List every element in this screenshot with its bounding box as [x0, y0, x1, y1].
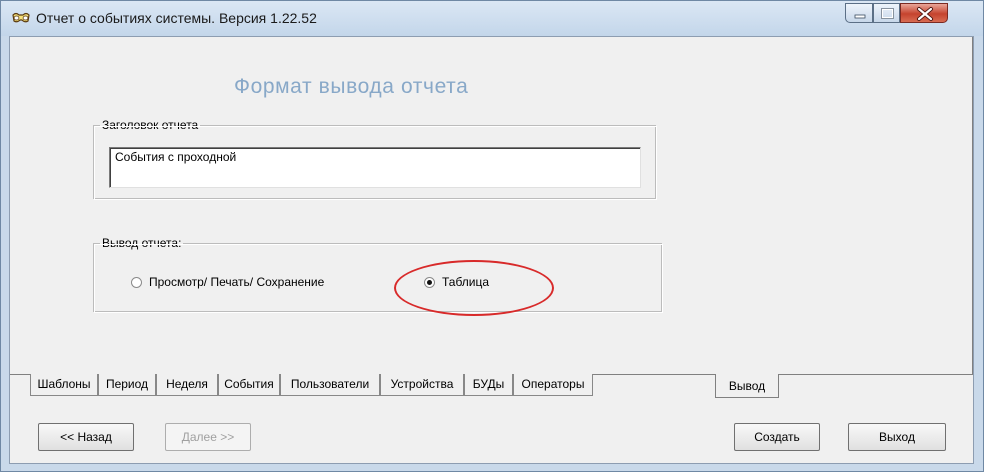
back-button[interactable]: << Назад [38, 423, 134, 451]
tab-templates[interactable]: Шаблоны [30, 374, 98, 396]
title-bar[interactable]: Отчет о событиях системы. Версия 1.22.52 [1, 1, 983, 36]
tab-events[interactable]: События [218, 374, 280, 396]
page-heading: Формат вывода отчета [234, 75, 469, 98]
tab-users[interactable]: Пользователи [280, 374, 380, 396]
report-title-input[interactable]: События с проходной [109, 147, 641, 188]
glasses-icon [11, 11, 30, 25]
report-title-legend: Заголовок отчета [100, 118, 201, 132]
tab-output[interactable]: Вывод [715, 374, 779, 398]
report-output-legend: Вывод отчета: [100, 236, 184, 250]
create-button[interactable]: Создать [734, 423, 820, 451]
radio-label: Просмотр/ Печать/ Сохранение [149, 275, 325, 289]
tab-week[interactable]: Неделя [156, 374, 218, 396]
tab-devices[interactable]: Устройства [380, 374, 464, 396]
minimize-icon [854, 14, 866, 19]
maximize-button[interactable] [873, 3, 900, 23]
window-title: Отчет о событиях системы. Версия 1.22.52 [36, 10, 317, 26]
radio-preview-print-save[interactable]: Просмотр/ Печать/ Сохранение [131, 275, 324, 289]
close-button[interactable] [900, 3, 948, 23]
tab-page-output: Формат вывода отчета Заголовок отчета Со… [10, 37, 973, 375]
exit-button[interactable]: Выход [848, 423, 946, 451]
client-area: Формат вывода отчета Заголовок отчета Со… [9, 36, 974, 464]
highlight-ellipse [394, 260, 554, 316]
maximize-icon [881, 8, 894, 19]
minimize-button[interactable] [845, 3, 873, 23]
close-icon [917, 7, 933, 21]
tab-operators[interactable]: Операторы [513, 374, 593, 396]
radio-circle[interactable] [131, 276, 142, 288]
tab-bud[interactable]: БУДы [464, 374, 513, 396]
tab-period[interactable]: Период [98, 374, 156, 396]
next-button[interactable]: Далее >> [165, 423, 251, 451]
report-window: Отчет о событиях системы. Версия 1.22.52… [0, 0, 984, 472]
